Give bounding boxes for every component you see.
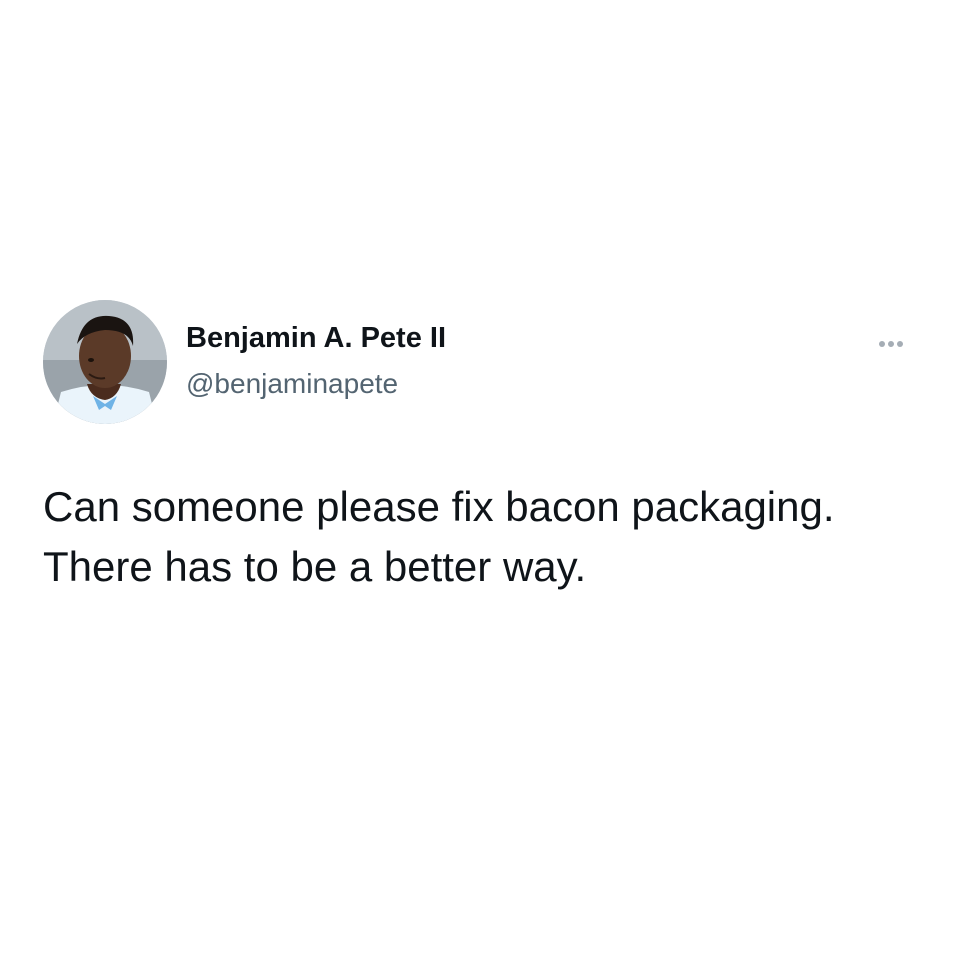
more-options-button[interactable] xyxy=(870,330,912,358)
more-horizontal-icon xyxy=(888,341,894,347)
author-name[interactable]: Benjamin A. Pete II xyxy=(186,320,446,356)
tweet: Benjamin A. Pete II @benjaminapete Can s… xyxy=(0,0,960,960)
more-horizontal-icon xyxy=(879,341,885,347)
author-handle[interactable]: @benjaminapete xyxy=(186,367,398,401)
avatar-photo xyxy=(43,300,167,424)
avatar[interactable] xyxy=(43,300,167,424)
tweet-text: Can someone please fix bacon packaging. … xyxy=(43,483,835,590)
more-horizontal-icon xyxy=(897,341,903,347)
